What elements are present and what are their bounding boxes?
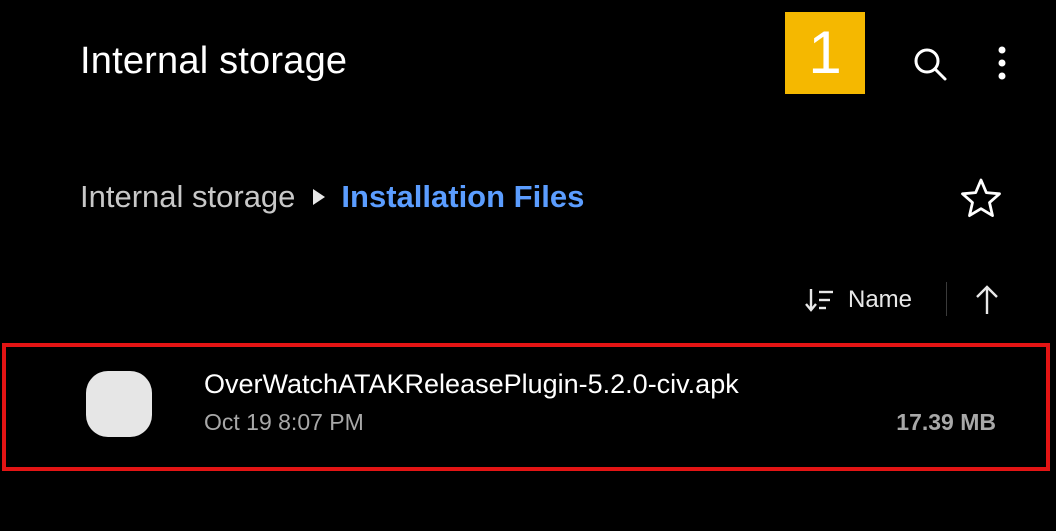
breadcrumb-item-internal-storage[interactable]: Internal storage <box>80 179 295 215</box>
file-size: 17.39 MB <box>896 409 996 435</box>
triangle-right-icon <box>313 189 326 205</box>
file-name: OverWatchATAKReleasePlugin-5.2.0-civ.apk <box>204 369 739 399</box>
favorite-button[interactable] <box>958 176 1004 220</box>
page-title: Internal storage <box>80 40 348 82</box>
file-manager-screen: Internal storage 1 Internal storage Inst… <box>0 0 1056 531</box>
sort-icon <box>805 289 833 312</box>
search-icon <box>914 48 947 81</box>
sort-divider <box>946 282 947 316</box>
file-list-item[interactable]: OverWatchATAKReleasePlugin-5.2.0-civ.apk… <box>2 343 1050 471</box>
sort-label: Name <box>848 286 913 313</box>
sort-by-name-button[interactable]: Name <box>804 282 912 318</box>
step-number-badge: 1 <box>785 12 865 94</box>
file-modified-date: Oct 19 8:07 PM <box>204 409 364 435</box>
breadcrumb: Internal storage Installation Files <box>80 176 584 218</box>
more-options-button[interactable] <box>988 42 1016 86</box>
arrow-up-icon <box>976 285 998 314</box>
search-button[interactable] <box>908 42 952 86</box>
apk-file-icon <box>86 371 152 437</box>
breadcrumb-item-installation-files[interactable]: Installation Files <box>341 179 584 215</box>
sort-direction-button[interactable] <box>970 282 1004 318</box>
star-outline-icon <box>961 178 1001 217</box>
more-vert-icon <box>998 46 1006 80</box>
